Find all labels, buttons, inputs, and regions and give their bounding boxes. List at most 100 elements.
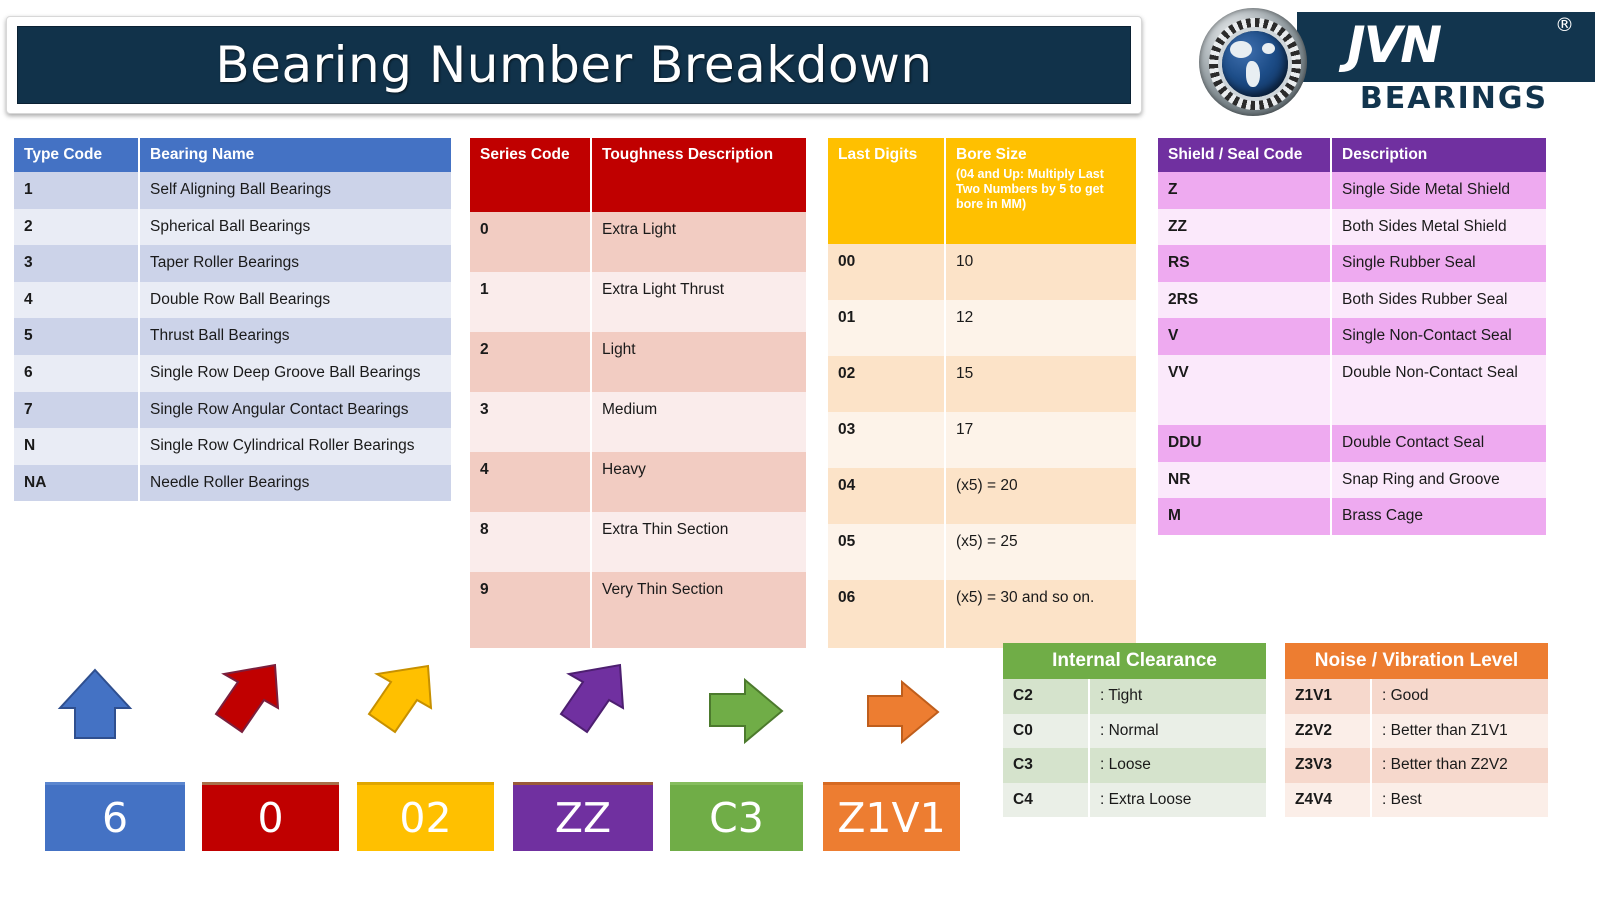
cell-name: Self Aligning Ball Bearings xyxy=(139,171,451,209)
cell-code: V xyxy=(1158,318,1332,355)
arrow-up-right-icon-series-code xyxy=(214,663,280,734)
cell-code: 2RS xyxy=(1158,281,1332,319)
column-header-series-code: Series Code xyxy=(470,138,592,212)
cell-name: Single Row Angular Contact Bearings xyxy=(139,391,451,429)
cell-digits: 04 xyxy=(828,468,946,524)
table-row: V Single Non-Contact Seal xyxy=(1158,318,1546,355)
bore-size-header-note: (04 and Up: Multiply Last Two Numbers by… xyxy=(956,166,1104,211)
type-code-body: 1 Self Aligning Ball Bearings 2 Spherical … xyxy=(14,171,451,502)
cell-bore: 12 xyxy=(945,300,1136,356)
table-row: Z3V3: Better than Z2V2 xyxy=(1285,748,1548,783)
cell-desc: Double Contact Seal xyxy=(1331,424,1546,462)
code-box-type[interactable]: 6 xyxy=(45,782,185,851)
table-row: C3: Loose xyxy=(1003,748,1266,783)
cell-desc: : Better than Z2V2 xyxy=(1371,748,1548,783)
table-row: 06 (x5) = 30 and so on. xyxy=(828,580,1136,648)
cell-desc: Single Side Metal Shield xyxy=(1331,171,1546,209)
shield-seal-body: Z Single Side Metal Shield ZZ Both Sides M… xyxy=(1158,171,1546,535)
cell-name: Thrust Ball Bearings xyxy=(139,318,451,355)
cell-desc: Single Rubber Seal xyxy=(1331,245,1546,282)
cell-digits: 00 xyxy=(828,244,946,300)
column-header-bore-size: Bore Size (04 and Up: Multiply Last Two … xyxy=(945,138,1136,244)
cell-code: Z2V2 xyxy=(1285,713,1372,749)
cell-code: 2 xyxy=(14,208,140,246)
cell-bore: (x5) = 20 xyxy=(945,468,1136,524)
cell-code: Z4V4 xyxy=(1285,782,1372,818)
cell-bore: 17 xyxy=(945,412,1136,468)
cell-bore: (x5) = 25 xyxy=(945,524,1136,580)
shield-seal-table: Shield / Seal Code Description Z Single S… xyxy=(1158,138,1546,535)
cell-desc: : Normal xyxy=(1089,713,1266,749)
table-row: 2 Light xyxy=(470,332,806,392)
code-box-shield[interactable]: ZZ xyxy=(513,782,653,851)
cell-name: Taper Roller Bearings xyxy=(139,245,451,282)
table-row: 01 12 xyxy=(828,300,1136,356)
code-box-noise[interactable]: Z1V1 xyxy=(823,782,960,851)
cell-code: 9 xyxy=(470,572,592,648)
table-row: 0 Extra Light xyxy=(470,212,806,272)
cell-desc: Heavy xyxy=(591,452,806,512)
cell-desc: : Extra Loose xyxy=(1089,782,1266,818)
internal-clearance-body: C2: Tight C0: Normal C3: Loose C4: Extra… xyxy=(1003,679,1266,818)
cell-desc: Single Non-Contact Seal xyxy=(1331,318,1546,355)
globe-landmass xyxy=(1246,61,1260,87)
internal-clearance-table: Internal Clearance C2: Tight C0: Normal … xyxy=(1003,643,1266,818)
table-row: 05 (x5) = 25 xyxy=(828,524,1136,580)
cell-desc: Very Thin Section xyxy=(591,572,806,648)
noise-vibration-title: Noise / Vibration Level xyxy=(1285,643,1548,680)
code-box-clearance[interactable]: C3 xyxy=(670,782,803,851)
code-box-bore[interactable]: 02 xyxy=(357,782,494,851)
cell-code: 8 xyxy=(470,512,592,572)
table-row: 4 Double Row Ball Bearings xyxy=(14,281,451,319)
cell-code: NR xyxy=(1158,461,1332,499)
bearing-globe-icon xyxy=(1199,8,1307,116)
internal-clearance-title: Internal Clearance xyxy=(1003,643,1266,680)
cell-name: Spherical Ball Bearings xyxy=(139,208,451,246)
cell-desc: Light xyxy=(591,332,806,392)
logo-subtitle-text: BEARINGS xyxy=(1359,81,1549,116)
noise-vibration-body: Z1V1: Good Z2V2: Better than Z1V1 Z3V3: … xyxy=(1285,679,1548,818)
cell-code: RS xyxy=(1158,245,1332,282)
arrow-up-icon-type-code xyxy=(57,668,133,739)
code-box-series[interactable]: 0 xyxy=(202,782,339,851)
cell-code: M xyxy=(1158,498,1332,535)
table-row: RS Single Rubber Seal xyxy=(1158,245,1546,282)
cell-code: N xyxy=(14,428,140,465)
cell-code: 0 xyxy=(470,212,592,272)
table-row: Z Single Side Metal Shield xyxy=(1158,171,1546,209)
cell-code: Z1V1 xyxy=(1285,679,1372,714)
table-header-row: Series Code Toughness Description xyxy=(470,138,806,212)
cell-digits: 02 xyxy=(828,356,946,412)
table-row: Z1V1: Good xyxy=(1285,679,1548,714)
table-row: DDU Double Contact Seal xyxy=(1158,424,1546,462)
table-row: 04 (x5) = 20 xyxy=(828,468,1136,524)
table-row: Z2V2: Better than Z1V1 xyxy=(1285,713,1548,749)
globe-icon xyxy=(1222,31,1288,97)
series-code-body: 0 Extra Light 1 Extra Light Thrust 2 Light … xyxy=(470,212,806,648)
table-row: 3 Taper Roller Bearings xyxy=(14,245,451,282)
table-row: Z4V4: Best xyxy=(1285,782,1548,818)
globe-landmass xyxy=(1230,41,1252,58)
arrow-group xyxy=(57,663,940,745)
table-row: 2 Spherical Ball Bearings xyxy=(14,208,451,246)
table-row: 02 15 xyxy=(828,356,1136,412)
cell-digits: 05 xyxy=(828,524,946,580)
cell-code: 1 xyxy=(470,272,592,332)
cell-code: Z3V3 xyxy=(1285,748,1372,783)
arrow-up-right-icon-shield-seal xyxy=(559,663,625,734)
series-code-table: Series Code Toughness Description 0 Extra… xyxy=(470,138,806,648)
cell-code: Z xyxy=(1158,171,1332,209)
cell-desc: Both Sides Rubber Seal xyxy=(1331,281,1546,319)
table-header-row: Last Digits Bore Size (04 and Up: Multip… xyxy=(828,138,1136,244)
arrow-right-icon-internal-clearance xyxy=(709,677,784,745)
page-title: Bearing Number Breakdown xyxy=(215,36,933,94)
table-row: 1 Self Aligning Ball Bearings xyxy=(14,171,451,209)
cell-code: 5 xyxy=(14,318,140,355)
cell-code: NA xyxy=(14,464,140,502)
cell-desc: Snap Ring and Groove xyxy=(1331,461,1546,499)
table-row: 2RS Both Sides Rubber Seal xyxy=(1158,281,1546,319)
cell-code: 2 xyxy=(470,332,592,392)
table-row: VV Double Non-Contact Seal xyxy=(1158,354,1546,425)
cell-code: 3 xyxy=(14,245,140,282)
title-banner-inner: Bearing Number Breakdown xyxy=(17,26,1131,104)
